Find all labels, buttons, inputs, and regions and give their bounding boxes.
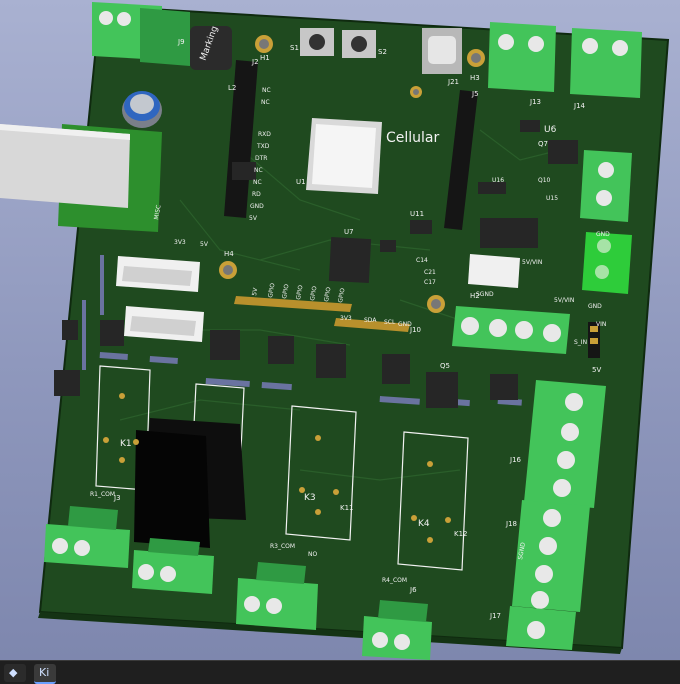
svg-text:U15: U15 xyxy=(546,195,558,202)
svg-text:C17: C17 xyxy=(424,279,436,286)
svg-text:K12: K12 xyxy=(454,530,468,538)
svg-text:5V: 5V xyxy=(592,366,601,374)
svg-text:H4: H4 xyxy=(224,250,234,258)
terminal-j8[interactable] xyxy=(582,232,632,294)
svg-text:DTR: DTR xyxy=(255,155,267,162)
svg-text:U6: U6 xyxy=(544,125,557,135)
terminal-j13[interactable] xyxy=(488,22,556,92)
jst-connector-1[interactable] xyxy=(116,256,200,292)
svg-text:U7: U7 xyxy=(344,228,354,236)
svg-text:J5: J5 xyxy=(471,90,479,98)
svg-text:U1: U1 xyxy=(296,178,306,186)
svg-text:J14: J14 xyxy=(573,102,586,110)
svg-text:NC: NC xyxy=(253,179,262,186)
svg-text:S2: S2 xyxy=(378,48,387,56)
svg-text:5V: 5V xyxy=(200,241,209,248)
terminal-j9[interactable] xyxy=(92,2,190,66)
app-icon: ◆ xyxy=(9,666,18,679)
kicad-icon: Ki xyxy=(39,666,50,679)
cellular-module-u1 xyxy=(306,118,382,194)
svg-text:NO: NO xyxy=(308,551,317,558)
svg-text:5V/VIN: 5V/VIN xyxy=(554,297,574,304)
switch-s2[interactable] xyxy=(342,30,376,58)
svg-text:J6: J6 xyxy=(409,586,417,594)
svg-text:GND: GND xyxy=(398,321,412,328)
svg-text:Q5: Q5 xyxy=(440,362,450,370)
svg-text:J9: J9 xyxy=(177,38,185,46)
svg-text:SCL: SCL xyxy=(384,319,396,326)
board-title: Cellular xyxy=(386,130,440,146)
svg-text:SGND: SGND xyxy=(476,291,494,298)
svg-text:GND: GND xyxy=(596,231,610,238)
svg-text:L2: L2 xyxy=(228,84,236,92)
svg-text:TXD: TXD xyxy=(256,143,270,150)
svg-text:5V: 5V xyxy=(249,215,258,222)
svg-text:J21: J21 xyxy=(447,78,459,86)
ethernet-jack[interactable] xyxy=(0,124,162,232)
svg-text:J16: J16 xyxy=(509,456,522,464)
jst-connector-2[interactable] xyxy=(124,306,204,342)
svg-text:C14: C14 xyxy=(416,257,428,264)
svg-text:U11: U11 xyxy=(410,210,424,218)
svg-text:VIN: VIN xyxy=(596,321,606,328)
svg-text:3V3: 3V3 xyxy=(174,239,186,246)
svg-text:H3: H3 xyxy=(470,74,480,82)
svg-text:S_IN: S_IN xyxy=(574,339,587,346)
svg-text:S1: S1 xyxy=(290,44,299,52)
svg-text:3V3: 3V3 xyxy=(340,315,352,322)
svg-text:Q10: Q10 xyxy=(538,177,551,184)
svg-text:R4_COM: R4_COM xyxy=(382,577,407,584)
svg-text:RXD: RXD xyxy=(258,131,271,138)
svg-text:H1: H1 xyxy=(260,54,270,62)
taskbar: ◆ Ki xyxy=(0,660,680,684)
svg-text:GND: GND xyxy=(588,303,602,310)
svg-text:K1: K1 xyxy=(120,439,132,449)
svg-text:U16: U16 xyxy=(492,177,504,184)
inductor-l1: Marking xyxy=(190,25,232,70)
svg-text:C21: C21 xyxy=(424,269,436,276)
svg-text:R3_COM: R3_COM xyxy=(270,543,295,550)
svg-text:NC: NC xyxy=(254,167,263,174)
svg-text:J17: J17 xyxy=(489,612,501,620)
svg-text:R1_COM: R1_COM xyxy=(90,491,115,498)
svg-text:NC: NC xyxy=(262,87,271,94)
svg-text:J13: J13 xyxy=(529,98,541,106)
terminal-j11[interactable] xyxy=(452,306,570,354)
svg-text:K11: K11 xyxy=(340,504,354,512)
usb-c-connector[interactable] xyxy=(422,28,462,74)
svg-text:GND: GND xyxy=(250,203,264,210)
svg-text:5V/VIN: 5V/VIN xyxy=(522,259,542,266)
taskbar-kicad-icon[interactable]: Ki xyxy=(34,664,56,684)
svg-text:J2: J2 xyxy=(251,58,259,66)
jst-connector-3[interactable] xyxy=(468,254,520,288)
svg-text:K3: K3 xyxy=(304,493,316,503)
terminal-j14[interactable] xyxy=(570,28,642,98)
3d-viewer-canvas[interactable]: Marking Cellular J9 L2 J2 H1 S1 S2 J21 H… xyxy=(0,0,680,660)
svg-text:K4: K4 xyxy=(418,519,430,529)
terminal-j7[interactable] xyxy=(580,150,632,222)
terminal-j16[interactable] xyxy=(524,380,606,508)
ic-u7 xyxy=(328,236,372,284)
terminal-j17[interactable] xyxy=(506,606,576,650)
taskbar-app-icon[interactable]: ◆ xyxy=(4,664,26,682)
svg-text:J18: J18 xyxy=(505,520,517,528)
pcb-3d-render[interactable]: Marking Cellular J9 L2 J2 H1 S1 S2 J21 H… xyxy=(0,0,680,660)
svg-text:RD: RD xyxy=(252,191,261,198)
svg-text:NC: NC xyxy=(261,99,270,106)
svg-text:Q7: Q7 xyxy=(538,140,548,148)
switch-s1[interactable] xyxy=(300,28,334,56)
svg-text:SDA: SDA xyxy=(364,317,377,324)
